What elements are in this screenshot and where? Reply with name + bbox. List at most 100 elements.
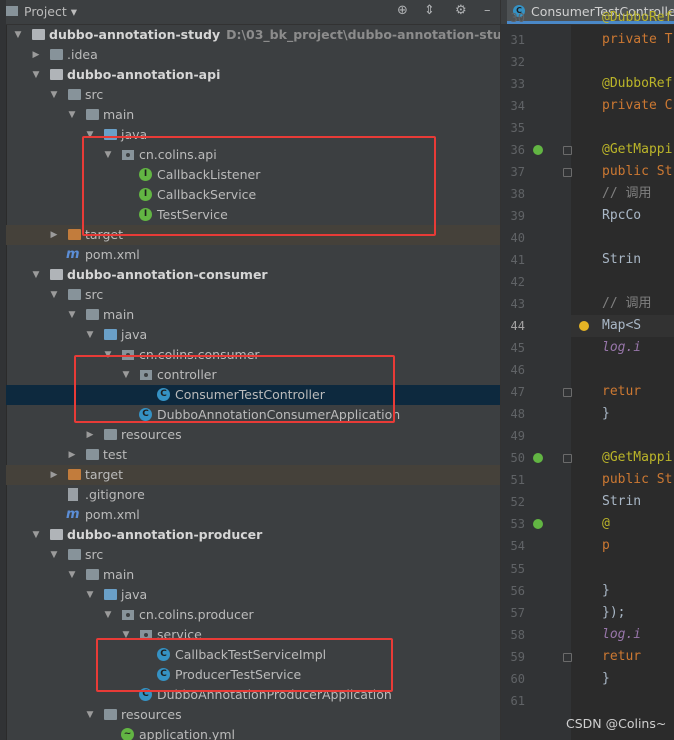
fold-marker-icon[interactable] <box>563 168 572 177</box>
chevron-right-icon[interactable]: ▶ <box>84 425 96 445</box>
maven-icon: m <box>66 247 80 262</box>
tree-item-label: dubbo-annotation-api <box>67 67 221 82</box>
line-number: 48 <box>510 407 525 421</box>
code-line: } <box>602 406 610 421</box>
package-icon <box>122 610 134 620</box>
tree-item-src[interactable]: ▼ src <box>6 85 500 105</box>
spring-mapping-icon[interactable] <box>533 453 543 463</box>
fold-marker-icon[interactable] <box>563 454 572 463</box>
tree-item-pom[interactable]: m pom.xml <box>6 505 500 525</box>
tree-item-main[interactable]: ▼ main <box>6 105 500 125</box>
tree-item-main[interactable]: ▼ main <box>6 305 500 325</box>
tree-item-label: src <box>85 287 104 302</box>
tree-item-path: D:\03_bk_project\dubbo-annotation-study <box>226 27 500 42</box>
chevron-down-icon[interactable]: ▼ <box>30 65 42 85</box>
chevron-right-icon[interactable]: ▶ <box>48 225 60 245</box>
chevron-down-icon[interactable]: ▼ <box>84 585 96 605</box>
fold-marker-icon[interactable] <box>563 653 572 662</box>
project-view-selector[interactable]: Project ▾ <box>24 4 77 19</box>
tree-item-label: cn.colins.producer <box>139 607 254 622</box>
line-number: 58 <box>510 628 525 642</box>
tree-item-src[interactable]: ▼ src <box>6 285 500 305</box>
code-line: p <box>602 538 610 553</box>
tree-item-resources[interactable]: ▶ resources <box>6 425 500 445</box>
line-number: 37 <box>510 165 525 179</box>
chevron-down-icon[interactable]: ▼ <box>66 305 78 325</box>
chevron-down-icon[interactable]: ▼ <box>48 285 60 305</box>
tree-item-pom[interactable]: m pom.xml <box>6 245 500 265</box>
code-line: @DubboRef <box>602 10 673 25</box>
folder-icon <box>86 309 99 320</box>
tree-item-root[interactable]: ▼ dubbo-annotation-study D:\03_bk_project… <box>6 25 500 45</box>
line-number: 52 <box>510 495 525 509</box>
line-number: 57 <box>510 606 525 620</box>
fold-marker-icon[interactable] <box>563 388 572 397</box>
tree-item-src[interactable]: ▼ src <box>6 545 500 565</box>
code-line: } <box>602 583 610 598</box>
tree-item-api-module[interactable]: ▼ dubbo-annotation-api <box>6 65 500 85</box>
tree-item-java[interactable]: ▼ java <box>6 585 500 605</box>
code-line: Map<S <box>602 318 642 333</box>
chevron-down-icon[interactable]: ▼ <box>84 705 96 725</box>
line-number: 43 <box>510 297 525 311</box>
code-editor[interactable]: C ConsumerTestController. 30 @DubboRef 31 p… <box>500 0 674 740</box>
file-icon <box>68 488 78 501</box>
code-area[interactable]: 30 @DubboRef 31 private T 32 33 @DubboRef 34 pri… <box>501 0 674 740</box>
code-line: @ <box>602 516 610 531</box>
tree-item-label: resources <box>121 427 182 442</box>
code-line: public St <box>602 164 673 179</box>
tree-item-idea[interactable]: ▶ .idea <box>6 45 500 65</box>
line-number: 39 <box>510 209 525 223</box>
line-number: 32 <box>510 55 525 69</box>
tree-item-resources[interactable]: ▼ resources <box>6 705 500 725</box>
spring-mapping-icon[interactable] <box>533 145 543 155</box>
tree-item-yml[interactable]: ~ application.yml <box>6 725 500 740</box>
tree-item-java[interactable]: ▼ java <box>6 325 500 345</box>
line-number: 55 <box>510 562 525 576</box>
gear-icon[interactable]: ⚙ <box>455 3 467 18</box>
tree-item-main[interactable]: ▼ main <box>6 565 500 585</box>
override-icon[interactable] <box>533 519 543 529</box>
line-number: 31 <box>510 33 525 47</box>
tree-item-gitignore[interactable]: .gitignore <box>6 485 500 505</box>
line-number: 47 <box>510 385 525 399</box>
bulb-icon[interactable] <box>579 321 589 331</box>
folder-icon <box>86 449 99 460</box>
tree-item-label: resources <box>121 707 182 722</box>
tree-item-test[interactable]: ▶ test <box>6 445 500 465</box>
chevron-down-icon[interactable]: ▼ <box>102 605 114 625</box>
chevron-right-icon[interactable]: ▶ <box>30 45 42 65</box>
chevron-down-icon[interactable]: ▼ <box>30 525 42 545</box>
tree-item-consumer-module[interactable]: ▼ dubbo-annotation-consumer <box>6 265 500 285</box>
chevron-right-icon[interactable]: ▶ <box>66 445 78 465</box>
chevron-down-icon[interactable]: ▼ <box>66 105 78 125</box>
locate-icon[interactable]: ⊕ <box>397 3 408 18</box>
code-line: Strin <box>602 252 642 267</box>
tree-item-label: java <box>121 327 148 342</box>
code-line: log.i <box>602 627 642 642</box>
folder-icon <box>50 49 63 60</box>
code-line: }); <box>602 605 626 620</box>
tree-item-label: main <box>103 107 135 122</box>
tree-item-label: src <box>85 87 104 102</box>
code-line: public St <box>602 472 673 487</box>
chevron-down-icon[interactable]: ▼ <box>12 25 24 45</box>
tree-item-target[interactable]: ▶ target <box>6 465 500 485</box>
watermark: CSDN @Colins~ <box>566 716 667 731</box>
tree-item-producer-module[interactable]: ▼ dubbo-annotation-producer <box>6 525 500 545</box>
hide-icon[interactable]: – <box>484 3 491 18</box>
module-folder-icon <box>32 29 45 40</box>
chevron-right-icon[interactable]: ▶ <box>48 465 60 485</box>
collapse-all-icon[interactable]: ⇕ <box>424 3 435 18</box>
resources-folder-icon <box>104 709 117 720</box>
tree-item-label: test <box>103 447 128 462</box>
fold-marker-icon[interactable] <box>563 146 572 155</box>
chevron-down-icon[interactable]: ▼ <box>48 545 60 565</box>
tree-item-label: dubbo-annotation-producer <box>67 527 263 542</box>
chevron-down-icon[interactable]: ▼ <box>66 565 78 585</box>
tree-item-package[interactable]: ▼ cn.colins.producer <box>6 605 500 625</box>
chevron-down-icon[interactable]: ▼ <box>48 85 60 105</box>
chevron-down-icon[interactable]: ▼ <box>30 265 42 285</box>
chevron-down-icon[interactable]: ▼ <box>84 325 96 345</box>
folder-icon <box>68 549 81 560</box>
